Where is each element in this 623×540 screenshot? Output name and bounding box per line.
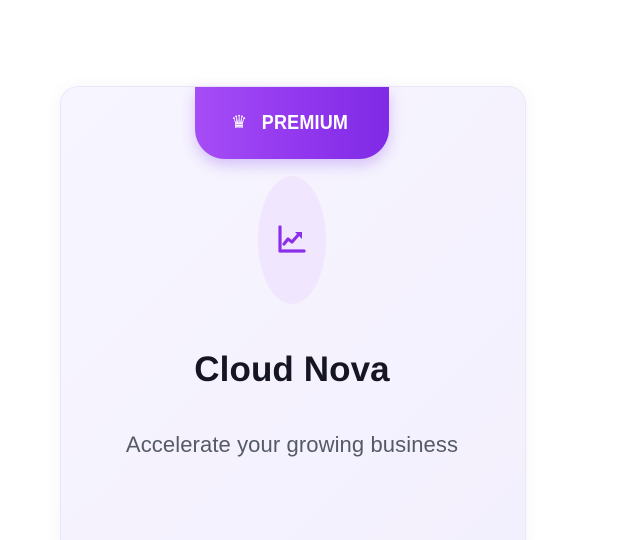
premium-label: PREMIUM <box>261 111 349 134</box>
card-title: Cloud Nova <box>194 350 390 389</box>
premium-badge: ♛ PREMIUM <box>195 87 389 159</box>
chart-trending-up-icon <box>278 225 306 253</box>
feature-icon-circle <box>258 176 326 304</box>
crown-icon: ♛ <box>231 112 248 132</box>
page-canvas: ♛ PREMIUM Cloud Nova Accelerate your gro… <box>0 0 623 540</box>
card-subtitle: Accelerate your growing business <box>125 432 459 457</box>
